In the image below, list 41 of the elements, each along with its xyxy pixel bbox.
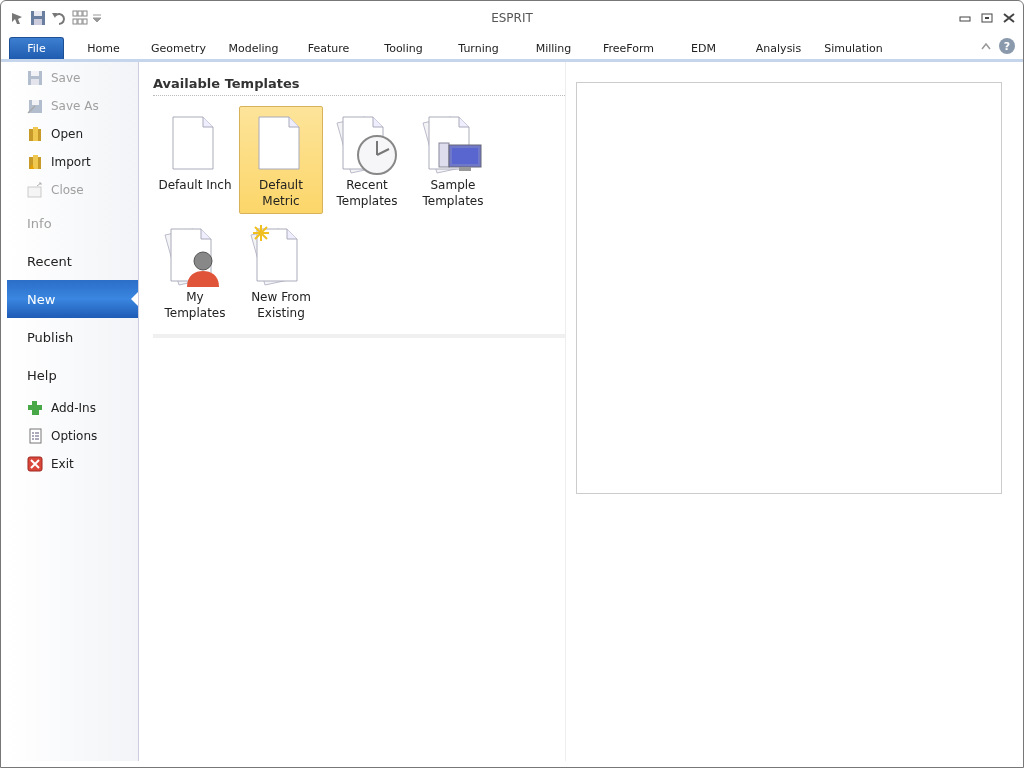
maximize-icon[interactable] — [981, 13, 993, 23]
ribbon-tab[interactable]: Simulation — [816, 37, 891, 59]
menu-item[interactable]: Exit — [7, 450, 138, 478]
ribbon-tab[interactable]: Modeling — [216, 37, 291, 59]
save-as-icon — [27, 98, 43, 114]
template-option[interactable]: Default Metric — [239, 106, 323, 214]
ribbon-tab[interactable]: Turning — [441, 37, 516, 59]
menu-item[interactable]: Add-Ins — [7, 394, 138, 422]
template-option[interactable]: Sample Templates — [411, 106, 495, 214]
ribbon-tab[interactable]: FreeForm — [591, 37, 666, 59]
template-option[interactable]: Default Inch — [153, 106, 237, 214]
collapse-ribbon-icon[interactable] — [981, 42, 991, 50]
menu-item[interactable]: Import — [7, 148, 138, 176]
template-option[interactable]: My Templates — [153, 218, 237, 326]
save-icon — [27, 70, 43, 86]
dropdown-caret-icon[interactable] — [93, 14, 101, 22]
ribbon-tab[interactable]: Home — [66, 37, 141, 59]
template-option[interactable]: Recent Templates — [325, 106, 409, 214]
minimize-icon[interactable] — [959, 13, 971, 23]
ribbon-tab[interactable]: Milling — [516, 37, 591, 59]
ribbon-tab[interactable]: Feature — [291, 37, 366, 59]
ribbon-tab[interactable]: Tooling — [366, 37, 441, 59]
sidebar-section[interactable]: New — [7, 280, 138, 318]
ribbon-tab[interactable]: File — [9, 37, 64, 59]
sidebar-section[interactable]: Recent — [7, 242, 138, 280]
undo-icon[interactable] — [51, 10, 67, 26]
menu-item[interactable]: Options — [7, 422, 138, 450]
save-icon[interactable] — [30, 10, 46, 26]
sidebar-section[interactable]: Help — [7, 356, 138, 394]
section-heading: Available Templates — [153, 76, 565, 96]
puzzle-piece-icon — [27, 400, 43, 416]
document-list-icon — [27, 428, 43, 444]
menu-item[interactable]: Open — [7, 120, 138, 148]
ribbon-tab[interactable]: Analysis — [741, 37, 816, 59]
ribbon-tab[interactable]: Geometry — [141, 37, 216, 59]
close-icon[interactable] — [1003, 13, 1015, 23]
sidebar-section[interactable]: Publish — [7, 318, 138, 356]
template-option[interactable]: New From Existing — [239, 218, 323, 326]
window-title: ESPRIT — [490, 11, 534, 25]
ribbon-tab[interactable]: EDM — [666, 37, 741, 59]
close-icon — [27, 456, 43, 472]
